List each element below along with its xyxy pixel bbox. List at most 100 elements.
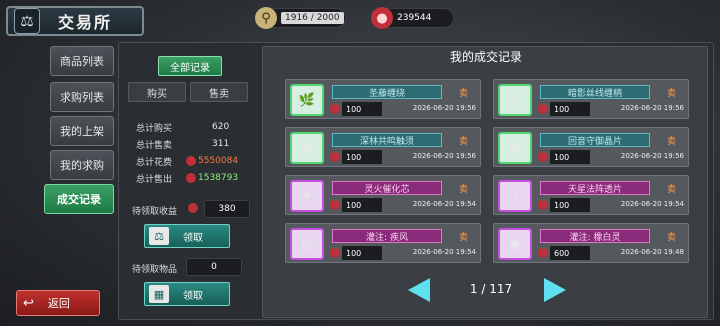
trade-qty: 100 — [342, 102, 382, 116]
money-bag-icon — [188, 203, 198, 213]
filter-buy-button[interactable]: 购买 — [128, 82, 186, 102]
records-title: 我的成交记录 — [449, 50, 522, 64]
trade-records-panel: 我的成交记录 🌿 圣藤缠绕 卖 100 2026-06-20 19:56 ⚔ 暗… — [262, 46, 708, 318]
crystal-shard-item-icon: ◆ — [498, 132, 532, 164]
trade-qty: 100 — [550, 102, 590, 116]
trade-type: 卖 — [458, 233, 468, 243]
trade-qty: 100 — [342, 150, 382, 164]
trade-time: 2026-06-20 19:54 — [620, 200, 684, 208]
vine-item-icon: 🌿 — [290, 84, 324, 116]
money-bag-icon — [330, 152, 340, 162]
back-arrow-icon: ↩ — [23, 295, 34, 311]
pending-income-value: 380 — [204, 200, 250, 218]
trade-time: 2026-06-20 19:56 — [412, 104, 476, 112]
trade-time: 2026-06-20 19:48 — [620, 248, 684, 256]
tab-my-requests[interactable]: 我的求购 — [50, 150, 114, 180]
gold-indicator: ● 239544 — [371, 7, 454, 29]
stat-label: 总计购买 — [136, 123, 173, 134]
back-button[interactable]: ↩ 返回 — [16, 290, 100, 316]
money-bag-icon — [538, 152, 548, 162]
trade-type: 卖 — [458, 89, 468, 99]
money-bag-icon — [538, 200, 548, 210]
item-name: 灵火催化芯 — [332, 181, 442, 195]
record-card[interactable]: 🌿 圣藤缠绕 卖 100 2026-06-20 19:56 — [285, 79, 481, 119]
page-title: 交易所 — [58, 13, 113, 32]
item-name: 灌注: 疾风 — [332, 229, 442, 243]
record-card[interactable]: ◎ 灌注: 疾风 卖 100 2026-06-20 19:54 — [285, 223, 481, 263]
money-bag-icon — [330, 248, 340, 258]
item-name: 深林共鸣触须 — [332, 133, 442, 147]
capacity-indicator: ⚲ 1916 / 2000 — [255, 7, 346, 29]
tentacle-item-icon: ❀ — [290, 132, 324, 164]
prev-page-button[interactable] — [408, 278, 430, 302]
trade-type: 卖 — [666, 233, 676, 243]
pending-items-value: 0 — [186, 258, 242, 276]
money-bag-icon — [330, 200, 340, 210]
record-card[interactable]: ❀ 深林共鸣触须 卖 100 2026-06-20 19:56 — [285, 127, 481, 167]
wind-orb-item-icon: ◎ — [290, 228, 324, 260]
money-bag-icon — [330, 104, 340, 114]
star-lens-item-icon: ✧ — [498, 180, 532, 212]
trade-time: 2026-06-20 19:56 — [412, 152, 476, 160]
item-name: 圣藤缠绕 — [332, 85, 442, 99]
stat-value: 620 — [212, 122, 230, 132]
exchange-title-plate: ⚖ 交易所 — [6, 6, 144, 36]
item-name: 灌注: 橡白灵 — [540, 229, 650, 243]
tab-my-listings[interactable]: 我的上架 — [50, 116, 114, 146]
trade-time: 2026-06-20 19:54 — [412, 200, 476, 208]
gold-value: 239544 — [397, 13, 432, 23]
trade-time: 2026-06-20 19:56 — [620, 104, 684, 112]
shadow-hilt-item-icon: ⚔ — [498, 84, 532, 116]
capacity-value: 1916 / 2000 — [281, 12, 344, 24]
stat-label: 总计售出 — [136, 174, 173, 185]
trade-type: 卖 — [666, 89, 676, 99]
record-card[interactable]: ✧ 天星法阵透片 卖 100 2026-06-20 19:54 — [493, 175, 689, 215]
money-bag-icon: ● — [371, 7, 393, 29]
filter-all-button[interactable]: 全部记录 — [158, 56, 222, 76]
tab-item-list[interactable]: 商品列表 — [50, 46, 114, 76]
trade-qty: 100 — [342, 246, 382, 260]
page-indicator: 1 / 117 — [469, 282, 513, 296]
trade-type: 卖 — [666, 185, 676, 195]
trade-qty: 600 — [550, 246, 590, 260]
pending-income-label: 待领取收益 — [132, 207, 178, 217]
trade-type: 卖 — [458, 185, 468, 195]
stat-label: 总计售卖 — [136, 140, 173, 151]
stat-total-buy: 总计购买 620 — [136, 120, 254, 134]
stat-label: 总计花费 — [136, 157, 173, 168]
claim-items-button[interactable]: ▦ 领取 — [144, 282, 230, 306]
capacity-icon: ⚲ — [255, 7, 277, 29]
scale-icon: ⚖ — [149, 227, 169, 245]
stat-value: 5550084 — [198, 156, 239, 166]
money-bag-icon — [538, 104, 548, 114]
trade-qty: 100 — [550, 150, 590, 164]
summary-column: 全部记录 购买 售卖 总计购买 620 总计售卖 311 总计花费 555008… — [122, 46, 256, 318]
stat-total-sold: 总计售出 1538793 — [136, 171, 254, 185]
filter-sell-button[interactable]: 售卖 — [190, 82, 248, 102]
item-name: 天星法阵透片 — [540, 181, 650, 195]
trade-qty: 100 — [342, 198, 382, 212]
tab-buy-requests[interactable]: 求购列表 — [50, 82, 114, 112]
warehouse-icon: ▦ — [149, 285, 169, 303]
claim-income-button[interactable]: ⚖ 领取 — [144, 224, 230, 248]
stat-value: 311 — [212, 139, 230, 149]
record-card[interactable]: ✦ 灵火催化芯 卖 100 2026-06-20 19:54 — [285, 175, 481, 215]
trade-qty: 100 — [550, 198, 590, 212]
spirit-orb-item-icon: ◉ — [498, 228, 532, 260]
fire-core-item-icon: ✦ — [290, 180, 324, 212]
pending-items-label: 待领取物品 — [132, 265, 178, 275]
item-name: 暗影丝线缠柄 — [540, 85, 650, 99]
stat-total-sell: 总计售卖 311 — [136, 137, 254, 151]
scale-icon: ⚖ — [14, 8, 40, 34]
stat-total-spent: 总计花费 5550084 — [136, 154, 254, 168]
stat-value: 1538793 — [198, 173, 239, 183]
next-page-button[interactable] — [544, 278, 566, 302]
money-bag-icon — [186, 156, 196, 166]
record-card[interactable]: ◉ 灌注: 橡白灵 卖 600 2026-06-20 19:48 — [493, 223, 689, 263]
back-label: 返回 — [47, 297, 70, 310]
money-bag-icon — [538, 248, 548, 258]
tab-trade-records[interactable]: 成交记录 — [44, 184, 114, 214]
trade-time: 2026-06-20 19:56 — [620, 152, 684, 160]
record-card[interactable]: ◆ 回音守御晶片 卖 100 2026-06-20 19:56 — [493, 127, 689, 167]
record-card[interactable]: ⚔ 暗影丝线缠柄 卖 100 2026-06-20 19:56 — [493, 79, 689, 119]
